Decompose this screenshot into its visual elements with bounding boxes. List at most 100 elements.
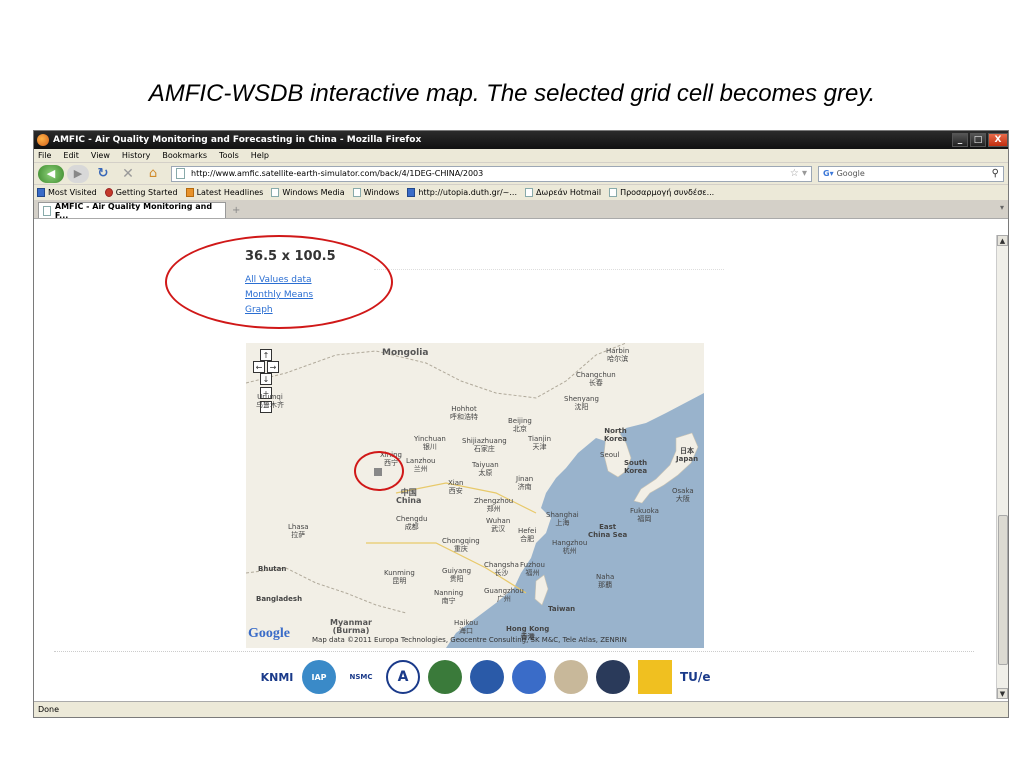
menu-view[interactable]: View bbox=[91, 151, 110, 160]
map-label: Fuzhou 福州 bbox=[520, 561, 545, 577]
map-label: North Korea bbox=[604, 427, 628, 443]
bookmark-utopia[interactable]: http://utopia.duth.gr/~... bbox=[407, 188, 517, 197]
bookmark-label: Προσαρμογή συνδέσε... bbox=[620, 188, 715, 197]
map-label: Shijiazhuang 石家庄 bbox=[462, 437, 507, 453]
tab-label: AMFIC - Air Quality Monitoring and F... bbox=[54, 201, 213, 220]
a-logo: A bbox=[386, 660, 420, 694]
title-bar: AMFIC - Air Quality Monitoring and Forec… bbox=[34, 131, 1008, 149]
dark-logo bbox=[596, 660, 630, 694]
minimize-button[interactable]: _ bbox=[952, 133, 968, 147]
bookmark-label: Most Visited bbox=[48, 188, 97, 197]
scroll-down-icon[interactable]: ▼ bbox=[997, 688, 1008, 699]
menu-edit[interactable]: Edit bbox=[63, 151, 79, 160]
map-label: Seoul bbox=[600, 451, 620, 459]
google-search-engine-icon[interactable]: G▾ bbox=[823, 169, 834, 178]
slide-caption: AMFIC-WSDB interactive map. The selected… bbox=[148, 80, 876, 107]
map-label: Xian 西安 bbox=[448, 479, 464, 495]
page-icon bbox=[352, 188, 361, 197]
bookmark-hotmail[interactable]: Δωρεάν Hotmail bbox=[525, 188, 601, 197]
tab-list-button[interactable]: ▾ bbox=[1000, 203, 1004, 212]
pan-up-button[interactable]: ↑ bbox=[260, 349, 272, 361]
bookmark-customize-links[interactable]: Προσαρμογή συνδέσε... bbox=[609, 188, 714, 197]
divider bbox=[374, 269, 724, 270]
bookmark-label: Windows bbox=[363, 188, 400, 197]
bookmark-label: Getting Started bbox=[115, 188, 178, 197]
pan-down-button[interactable]: ↓ bbox=[260, 373, 272, 385]
map-label: Bhutan bbox=[258, 565, 287, 573]
navigation-toolbar: ◀ ▶ ↻ ✕ ⌂ http://www.amfic.satellite-ear… bbox=[34, 163, 1008, 185]
menu-tools[interactable]: Tools bbox=[219, 151, 239, 160]
map-label: Harbin 哈尔滨 bbox=[606, 347, 630, 363]
nsmc-logo: NSMC bbox=[344, 660, 378, 694]
bookmark-star-icon[interactable]: ☆ ▾ bbox=[790, 168, 807, 179]
url-text[interactable]: http://www.amfic.satellite-earth-simulat… bbox=[191, 169, 790, 178]
bookmark-label: Latest Headlines bbox=[196, 188, 264, 197]
firefox-icon bbox=[37, 134, 49, 146]
menu-history[interactable]: History bbox=[122, 151, 150, 160]
scroll-up-icon[interactable]: ▲ bbox=[997, 235, 1008, 246]
home-icon[interactable]: ⌂ bbox=[142, 165, 164, 183]
map-label: Chengdu 成都 bbox=[396, 515, 428, 531]
map-label: Shenyang 沈阳 bbox=[564, 395, 599, 411]
bookmark-most-visited[interactable]: Most Visited bbox=[37, 188, 97, 197]
yellow-logo bbox=[638, 660, 672, 694]
tab-amfic[interactable]: AMFIC - Air Quality Monitoring and F... bbox=[38, 201, 226, 220]
reload-icon[interactable]: ↻ bbox=[92, 165, 114, 183]
stop-icon[interactable]: ✕ bbox=[117, 165, 139, 183]
map-label: Hangzhou 杭州 bbox=[552, 539, 588, 555]
back-button[interactable]: ◀ bbox=[38, 164, 64, 183]
bookmark-icon bbox=[104, 188, 113, 197]
vertical-scrollbar[interactable]: ▲ ▼ bbox=[996, 235, 1008, 699]
bookmark-windows-media[interactable]: Windows Media bbox=[271, 188, 345, 197]
interactive-map[interactable]: ↑ ← → ↓ + − Mongolia Harbin 哈尔滨 Changchu… bbox=[246, 343, 704, 648]
map-label: Wuhan 武汉 bbox=[486, 517, 511, 533]
map-label: Kunming 昆明 bbox=[384, 569, 415, 585]
bookmark-label: Windows Media bbox=[282, 188, 345, 197]
pan-left-button[interactable]: ← bbox=[253, 361, 265, 373]
menu-help[interactable]: Help bbox=[251, 151, 269, 160]
border-southwest bbox=[246, 567, 407, 614]
page-icon bbox=[271, 188, 280, 197]
rss-icon bbox=[185, 188, 194, 197]
bookmarks-toolbar: Most Visited Getting Started Latest Head… bbox=[34, 185, 1008, 201]
google-logo: Google bbox=[248, 626, 290, 641]
map-label: Haikou 海口 bbox=[454, 619, 479, 635]
map-label: Guiyang 贵阳 bbox=[442, 567, 472, 583]
globe-logo bbox=[428, 660, 462, 694]
map-label: Bangladesh bbox=[256, 595, 303, 603]
map-label: Zhengzhou 郑州 bbox=[474, 497, 514, 513]
tab-strip: AMFIC - Air Quality Monitoring and F... … bbox=[34, 201, 1008, 220]
map-label: Hohhot 呼和浩特 bbox=[450, 405, 478, 421]
maximize-button[interactable]: □ bbox=[970, 133, 986, 147]
menu-bookmarks[interactable]: Bookmarks bbox=[162, 151, 207, 160]
bookmark-windows[interactable]: Windows bbox=[352, 188, 400, 197]
browser-window: AMFIC - Air Quality Monitoring and Forec… bbox=[33, 130, 1009, 718]
map-label: East China Sea bbox=[588, 523, 628, 539]
map-label: Tianjin 天津 bbox=[528, 435, 552, 451]
search-input[interactable]: Google bbox=[837, 169, 992, 178]
page-icon bbox=[609, 188, 618, 197]
bookmark-latest-headlines[interactable]: Latest Headlines bbox=[185, 188, 264, 197]
pan-right-button[interactable]: → bbox=[267, 361, 279, 373]
scroll-thumb[interactable] bbox=[998, 515, 1008, 665]
seal-logo bbox=[554, 660, 588, 694]
map-label: Shanghai 上海 bbox=[546, 511, 579, 527]
url-bar[interactable]: http://www.amfic.satellite-earth-simulat… bbox=[171, 165, 812, 182]
map-label: Yinchuan 银川 bbox=[414, 435, 446, 451]
status-bar: Done bbox=[34, 701, 1008, 717]
window-title: AMFIC - Air Quality Monitoring and Forec… bbox=[53, 135, 422, 145]
map-label: Naha 那覇 bbox=[596, 573, 615, 589]
map-label: Myanmar (Burma) bbox=[330, 618, 372, 635]
annotation-ellipse-cell bbox=[354, 451, 404, 491]
bookmark-getting-started[interactable]: Getting Started bbox=[104, 188, 178, 197]
search-bar[interactable]: G▾ Google ⚲ bbox=[818, 165, 1004, 182]
close-button[interactable]: X bbox=[988, 133, 1008, 147]
new-tab-button[interactable]: + bbox=[232, 205, 240, 216]
map-label: Beijing 北京 bbox=[508, 417, 532, 433]
menu-file[interactable]: File bbox=[38, 151, 51, 160]
bookmark-label: Δωρεάν Hotmail bbox=[536, 188, 602, 197]
forward-button[interactable]: ▶ bbox=[67, 164, 89, 183]
map-label: Lanzhou 兰州 bbox=[406, 457, 436, 473]
menu-bar: File Edit View History Bookmarks Tools H… bbox=[34, 149, 1008, 163]
search-icon[interactable]: ⚲ bbox=[992, 168, 999, 179]
